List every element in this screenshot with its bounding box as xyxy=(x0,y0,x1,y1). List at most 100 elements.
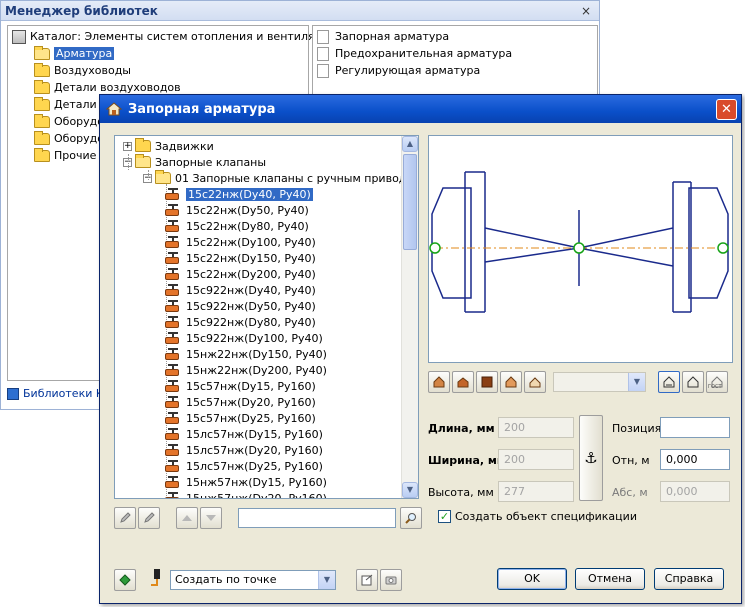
width-field[interactable]: 200 xyxy=(498,449,574,470)
tree-item[interactable]: 15с922нж(Dy100, Py40) xyxy=(115,330,401,346)
tree-item[interactable]: 15нж57нж(Dy15, Py160) xyxy=(115,474,401,490)
help-button[interactable]: Справка xyxy=(654,568,724,590)
view-side-button[interactable] xyxy=(452,371,474,393)
tree-item[interactable]: 15с57нж(Dy25, Py160) xyxy=(115,410,401,426)
scroll-up-button[interactable]: ▲ xyxy=(402,136,418,152)
tree-item[interactable]: 15с922нж(Dy50, Py40) xyxy=(115,298,401,314)
document-icon xyxy=(317,63,329,78)
cancel-button[interactable]: Отмена xyxy=(575,568,645,590)
tree-item[interactable]: 15лс57нж(Dy20, Py160) xyxy=(115,442,401,458)
box-icon xyxy=(481,376,493,388)
insert-mode-select[interactable]: Создать по точке ▼ xyxy=(170,570,336,590)
gost-button[interactable]: ГОСТ xyxy=(706,371,728,393)
tree-guide xyxy=(148,170,149,180)
valve-drawing xyxy=(429,171,729,313)
tree-item[interactable]: 15нж22нж(Dy150, Py40) xyxy=(115,346,401,362)
tree-scrollbar[interactable]: ▲ ▼ xyxy=(401,136,418,498)
tree-item[interactable]: 15с57нж(Dy20, Py160) xyxy=(115,394,401,410)
contents-item[interactable]: Запорная арматура xyxy=(317,28,597,45)
tree-item-label: 15с22нж(Dy50, Py40) xyxy=(186,203,309,217)
scroll-down-button[interactable]: ▼ xyxy=(402,482,418,498)
view-combo[interactable]: ▼ xyxy=(553,372,646,392)
open-file-button[interactable] xyxy=(356,569,378,591)
move-down-button[interactable] xyxy=(200,507,222,529)
view-top-button[interactable] xyxy=(476,371,498,393)
camera-button[interactable] xyxy=(380,569,402,591)
tree-item[interactable]: 15с22нж(Dy80, Py40) xyxy=(115,218,401,234)
arrow-down-icon xyxy=(206,515,216,521)
expand-icon[interactable]: + xyxy=(123,141,132,151)
rel-field[interactable]: 0,000 xyxy=(660,449,730,470)
tree-item[interactable]: 15лс57нж(Dy15, Py160) xyxy=(115,426,401,442)
length-field[interactable]: 200 xyxy=(498,417,574,438)
valve-icon xyxy=(165,284,183,296)
library-manager-title: Менеджер библиотек xyxy=(5,4,158,18)
folder-icon xyxy=(34,113,50,128)
tree-item[interactable]: 15лс57нж(Dy25, Py160) xyxy=(115,458,401,474)
valve-icon xyxy=(165,412,183,424)
ok-button[interactable]: OK xyxy=(497,568,567,590)
tree-subgroup-label: 01 Запорные клапаны с ручным приводом xyxy=(175,171,419,185)
tree-item-label: 15нж22нж(Dy200, Py40) xyxy=(186,363,327,377)
tree-subgroup[interactable]: − 01 Запорные клапаны с ручным приводом xyxy=(115,170,418,186)
anchor-button[interactable]: ⚓ xyxy=(579,415,603,501)
position-field[interactable] xyxy=(660,417,730,438)
libraries-tab[interactable]: Библиотеки КС xyxy=(1,385,111,403)
catalog-item-armatura[interactable]: Арматура xyxy=(12,45,308,62)
tree-item[interactable]: 15с22нж(Dy200, Py40) xyxy=(115,266,401,282)
contents-item[interactable]: Предохранительная арматура xyxy=(317,45,597,62)
catalog-label: Каталог: Элементы систем отопления и вен… xyxy=(30,30,337,43)
tree-item[interactable]: 15с922нж(Dy80, Py40) xyxy=(115,314,401,330)
scheme-house-button[interactable] xyxy=(658,371,680,393)
tree-guide xyxy=(128,154,129,170)
catalog-item-label: Детали воздуховодов xyxy=(54,81,181,94)
library-manager-close-button[interactable]: × xyxy=(581,1,591,21)
height-field[interactable]: 277 xyxy=(498,481,574,502)
tree-item[interactable]: 15с57нж(Dy15, Py160) xyxy=(115,378,401,394)
tree-item-label: 15нж22нж(Dy150, Py40) xyxy=(186,347,327,361)
valve-icon xyxy=(165,492,183,498)
abs-label: Абс, м xyxy=(612,486,648,499)
tree-item-label: 15нж57нж(Dy15, Py160) xyxy=(186,475,327,489)
spec-checkbox-label: Создать объект спецификации xyxy=(455,510,637,523)
search-input[interactable] xyxy=(238,508,396,528)
spec-checkbox[interactable]: ✓ xyxy=(438,510,451,523)
dialog-close-button[interactable]: ✕ xyxy=(716,99,737,120)
folder-open-icon xyxy=(135,154,151,168)
tree-item[interactable]: 15с22нж(Dy40, Py40) xyxy=(115,186,401,202)
tree-group-label: Запорные клапаны xyxy=(155,155,267,169)
tree-item[interactable]: 15с22нж(Dy150, Py40) xyxy=(115,250,401,266)
tree-item[interactable]: 15с22нж(Dy100, Py40) xyxy=(115,234,401,250)
view-3d-button[interactable] xyxy=(524,371,546,393)
edit-button[interactable] xyxy=(114,507,136,529)
scroll-thumb[interactable] xyxy=(403,154,417,250)
diamond-button[interactable] xyxy=(114,569,136,591)
tree-group-zadvizhki[interactable]: + Задвижки xyxy=(115,138,401,154)
catalog-item[interactable]: Воздуховоды xyxy=(12,62,308,79)
search-button[interactable] xyxy=(400,507,422,529)
tree-item[interactable]: 15нж22нж(Dy200, Py40) xyxy=(115,362,401,378)
folder-open-icon xyxy=(34,45,50,60)
position-label: Позиция xyxy=(612,422,662,435)
pencil-icon xyxy=(120,512,131,523)
catalog-item-label: Оборудо xyxy=(54,115,104,128)
move-up-button[interactable] xyxy=(176,507,198,529)
contents-item[interactable]: Регулирующая арматура xyxy=(317,62,597,79)
folder-icon xyxy=(34,96,50,111)
outline-house-button[interactable] xyxy=(682,371,704,393)
valve-icon xyxy=(165,396,183,408)
valve-tree-list: + Задвижки − Запорные клапаны − 01 Запор… xyxy=(115,136,418,498)
tree-item[interactable]: 15нж57нж(Dy20, Py160) xyxy=(115,490,401,498)
abs-field[interactable]: 0,000 xyxy=(660,481,730,502)
tree-item-label: 15лс57нж(Dy25, Py160) xyxy=(186,459,323,473)
tree-item[interactable]: 15с22нж(Dy50, Py40) xyxy=(115,202,401,218)
catalog-root[interactable]: Каталог: Элементы систем отопления и вен… xyxy=(12,28,336,45)
view-front-button[interactable] xyxy=(428,371,450,393)
tree-item-label: 15лс57нж(Dy15, Py160) xyxy=(186,427,323,441)
tree-item[interactable]: 15с922нж(Dy40, Py40) xyxy=(115,282,401,298)
chevron-down-icon[interactable]: ▼ xyxy=(318,571,335,589)
edit-delete-button[interactable] xyxy=(138,507,160,529)
view-iso-button[interactable] xyxy=(500,371,522,393)
valve-icon xyxy=(165,428,183,440)
tree-group-zapornye-klapany[interactable]: − Запорные клапаны xyxy=(115,154,401,170)
